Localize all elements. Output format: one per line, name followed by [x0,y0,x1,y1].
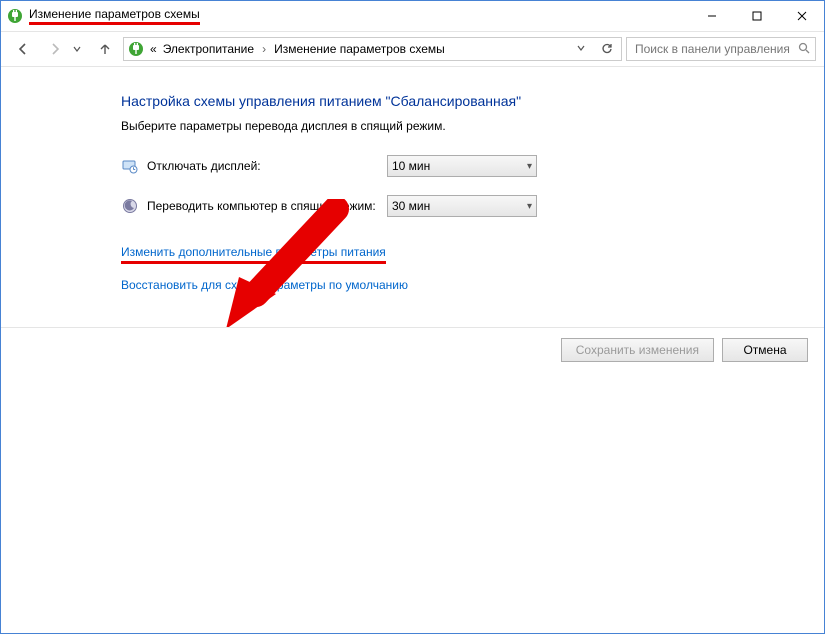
sleep-select[interactable]: 30 мин ▾ [387,195,537,217]
page-subtext: Выберите параметры перевода дисплея в сп… [121,119,824,133]
history-dropdown-button[interactable] [571,42,591,56]
setting-row-display: Отключать дисплей: 10 мин ▾ [121,155,824,177]
forward-button[interactable] [41,35,69,63]
recent-locations-button[interactable] [73,42,87,56]
breadcrumb-item[interactable]: Электропитание [163,42,254,56]
close-button[interactable] [779,1,824,31]
annotation-arrow [221,199,361,339]
address-bar[interactable]: « Электропитание › Изменение параметров … [123,37,622,61]
search-input[interactable] [633,41,792,57]
advanced-settings-link[interactable]: Изменить дополнительные параметры питани… [121,245,386,264]
chevron-right-icon: › [262,42,266,56]
app-icon [7,8,23,24]
page-heading: Настройка схемы управления питанием "Сба… [121,93,824,109]
back-button[interactable] [9,35,37,63]
window-controls [689,1,824,31]
setting-label: Отключать дисплей: [147,159,387,173]
select-value: 30 мин [392,199,430,213]
chevron-down-icon: ▾ [527,201,532,212]
setting-label: Переводить компьютер в спящий режим: [147,199,387,213]
moon-icon [121,197,139,215]
titlebar: Изменение параметров схемы [1,1,824,31]
chevron-down-icon: ▾ [527,161,532,172]
addressbar-icon [128,41,144,57]
select-value: 10 мин [392,159,430,173]
restore-defaults-link[interactable]: Восстановить для схемы параметры по умол… [121,278,824,292]
up-button[interactable] [91,35,119,63]
search-box[interactable] [626,37,816,61]
navbar: « Электропитание › Изменение параметров … [1,31,824,67]
minimize-button[interactable] [689,1,734,31]
cancel-button[interactable]: Отмена [722,338,808,362]
button-label: Отмена [743,343,786,357]
refresh-button[interactable] [597,42,617,57]
save-button: Сохранить изменения [561,338,714,362]
window-title: Изменение параметров схемы [29,7,200,25]
search-icon [798,42,810,57]
content-area: Настройка схемы управления питанием "Сба… [1,67,824,327]
maximize-button[interactable] [734,1,779,31]
button-label: Сохранить изменения [576,343,699,357]
breadcrumb-prefix: « [150,42,157,56]
setting-row-sleep: Переводить компьютер в спящий режим: 30 … [121,195,824,217]
footer: Сохранить изменения Отмена [1,327,824,372]
display-off-select[interactable]: 10 мин ▾ [387,155,537,177]
breadcrumb-item[interactable]: Изменение параметров схемы [274,42,445,56]
display-icon [121,157,139,175]
